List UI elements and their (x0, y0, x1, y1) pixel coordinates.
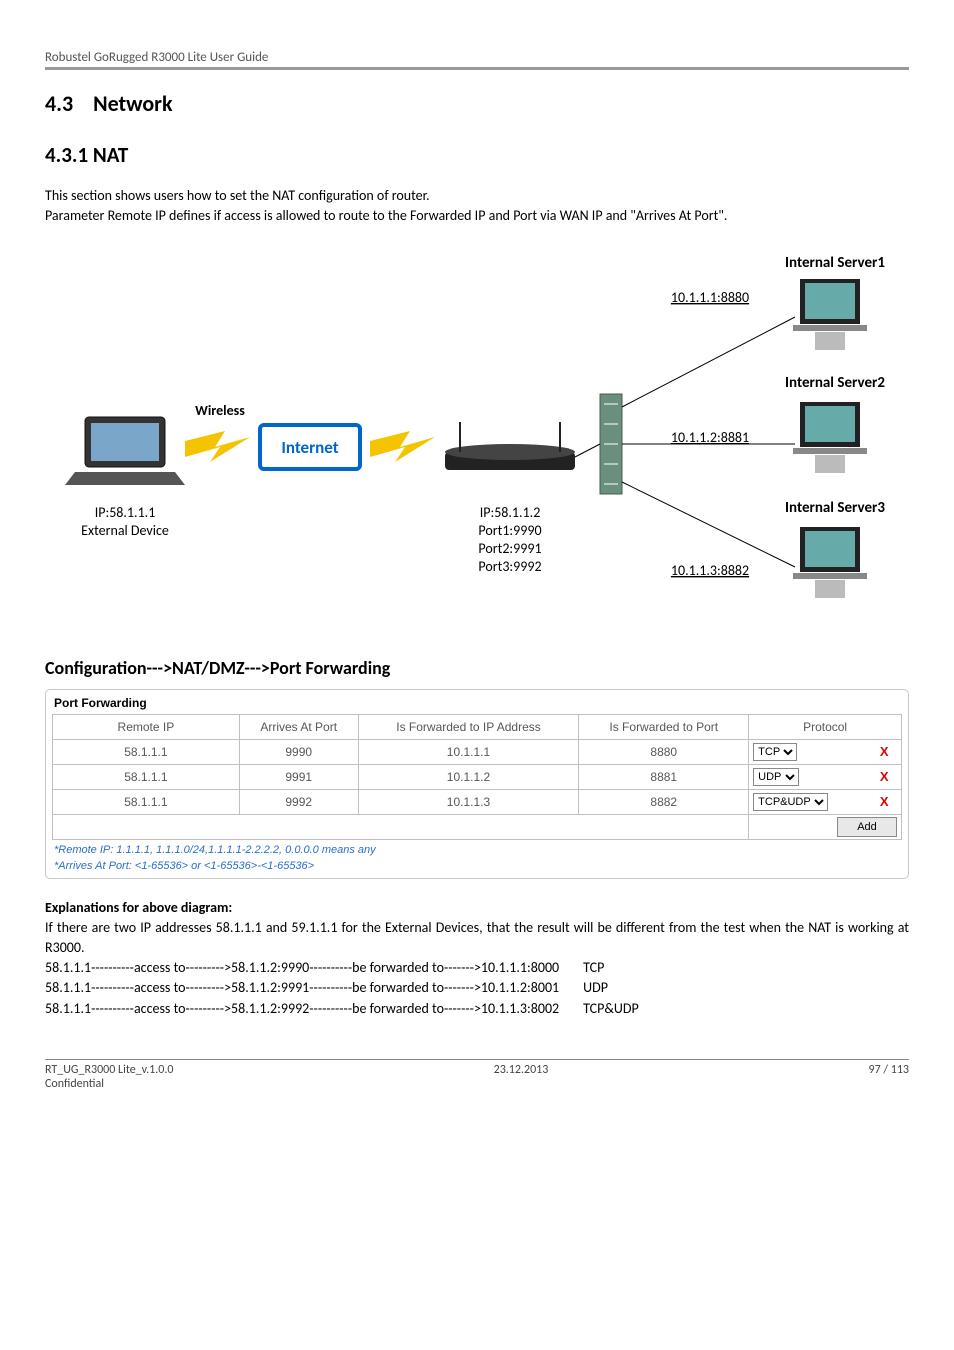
srv1-ip: 10.1.1.1:8880 (671, 289, 749, 306)
table-note-port: *Arrives At Port: <1-65536> or <1-65536>… (54, 860, 900, 872)
cell-remote-ip: 58.1.1.1 (53, 789, 240, 814)
doc-header: Robustel GoRugged R3000 Lite User Guide (45, 50, 909, 70)
flow-proto: TCP&UDP (583, 999, 663, 1019)
srv1-label: Internal Server1 (785, 254, 885, 272)
srv3-ip: 10.1.1.3:8882 (671, 562, 749, 579)
footer-date: 23.12.2013 (173, 1063, 868, 1091)
cell-fwd-port: 8882 (579, 789, 749, 814)
col-fwd-ip: Is Forwarded to IP Address (358, 714, 579, 739)
table-title: Port Forwarding (54, 696, 902, 710)
srv2-label: Internal Server2 (785, 374, 885, 392)
network-diagram: IP:58.1.1.1 External Device Wireless Int… (45, 247, 909, 627)
srv3-label: Internal Server3 (785, 499, 885, 517)
router-port3: Port3:9992 (478, 558, 541, 575)
col-proto: Protocol (749, 714, 902, 739)
add-button[interactable]: Add (837, 817, 897, 837)
table-row: 58.1.1.1 9992 10.1.1.3 8882 TCP&UDP X (53, 789, 902, 814)
ext-ip: IP:58.1.1.1 (95, 504, 156, 521)
table-note-remote: *Remote IP: 1.1.1.1, 1.1.1.0/24,1.1.1.1-… (54, 844, 900, 856)
subsection-title: NAT (93, 142, 128, 168)
delete-row-icon[interactable]: X (880, 769, 889, 784)
cell-fwd-port: 8881 (579, 764, 749, 789)
cell-fwd-ip: 10.1.1.1 (358, 739, 579, 764)
page-footer: RT_UG_R3000 Lite_v.1.0.0 Confidential 23… (45, 1059, 909, 1091)
proto-select[interactable]: TCP (753, 743, 797, 761)
router-port1: Port1:9990 (478, 522, 541, 539)
cell-fwd-port: 8880 (579, 739, 749, 764)
srv2-ip: 10.1.1.2:8881 (671, 429, 749, 446)
internet-label: Internet (281, 437, 338, 458)
router-ip: IP:58.1.1.2 (480, 504, 541, 521)
footer-conf: Confidential (45, 1077, 173, 1091)
port-forwarding-table: Remote IP Arrives At Port Is Forwarded t… (52, 714, 902, 840)
intro-p2: Parameter Remote IP defines if access is… (45, 206, 909, 226)
section-num: 4.3 (45, 90, 73, 117)
flow-line: 58.1.1.1----------access to--------->58.… (45, 958, 583, 978)
flow-proto: TCP (583, 958, 663, 978)
flow-line: 58.1.1.1----------access to--------->58.… (45, 978, 583, 998)
wireless-label: Wireless (195, 402, 245, 419)
subsection-num: 4.3.1 (45, 142, 88, 168)
cell-arrives: 9992 (239, 789, 358, 814)
explanations-heading: Explanations for above diagram: (45, 899, 909, 916)
cell-remote-ip: 58.1.1.1 (53, 739, 240, 764)
cell-arrives: 9990 (239, 739, 358, 764)
col-fwd-port: Is Forwarded to Port (579, 714, 749, 739)
config-heading: Configuration--->NAT/DMZ--->Port Forward… (45, 657, 909, 679)
router-port2: Port2:9991 (478, 540, 541, 557)
col-remote-ip: Remote IP (53, 714, 240, 739)
flow-proto: UDP (583, 978, 663, 998)
flow-table: 58.1.1.1----------access to--------->58.… (45, 958, 909, 1019)
port-forwarding-box: Port Forwarding Remote IP Arrives At Por… (45, 689, 909, 879)
delete-row-icon[interactable]: X (880, 794, 889, 809)
ext-label: External Device (81, 522, 169, 539)
explanations-intro: If there are two IP addresses 58.1.1.1 a… (45, 918, 909, 959)
section-heading: 4.3 Network (45, 90, 909, 117)
table-row: 58.1.1.1 9991 10.1.1.2 8881 UDP X (53, 764, 902, 789)
subsection-heading: 4.3.1 NAT (45, 142, 909, 168)
delete-row-icon[interactable]: X (880, 744, 889, 759)
footer-page: 97 / 113 (869, 1063, 909, 1091)
intro-p1: This section shows users how to set the … (45, 186, 909, 206)
cell-remote-ip: 58.1.1.1 (53, 764, 240, 789)
proto-select[interactable]: UDP (753, 768, 799, 786)
cell-arrives: 9991 (239, 764, 358, 789)
cell-fwd-ip: 10.1.1.2 (358, 764, 579, 789)
table-row: 58.1.1.1 9990 10.1.1.1 8880 TCP X (53, 739, 902, 764)
col-arrives: Arrives At Port (239, 714, 358, 739)
flow-line: 58.1.1.1----------access to--------->58.… (45, 999, 583, 1019)
footer-doc: RT_UG_R3000 Lite_v.1.0.0 (45, 1063, 173, 1077)
cell-fwd-ip: 10.1.1.3 (358, 789, 579, 814)
section-title: Network (93, 90, 172, 117)
proto-select[interactable]: TCP&UDP (753, 793, 828, 811)
